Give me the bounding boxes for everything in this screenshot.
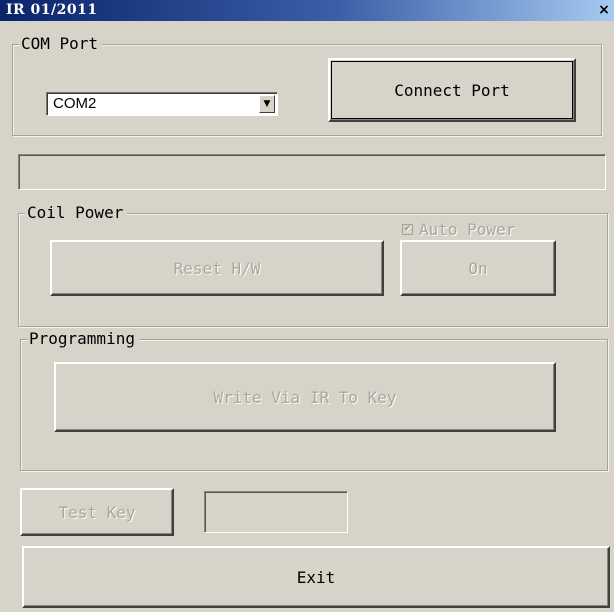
app-window: IR 01/2011 × COM Port COM2 ▼ Connect Por…	[0, 0, 614, 612]
com-port-value: COM2	[53, 95, 97, 112]
exit-button[interactable]: Exit	[22, 546, 610, 608]
com-port-select[interactable]: COM2 ▼	[46, 92, 278, 116]
test-key-button[interactable]: Test Key	[20, 488, 174, 536]
test-result-field	[204, 491, 348, 533]
reset-hw-button[interactable]: Reset H/W	[50, 240, 384, 296]
power-on-button[interactable]: On	[400, 240, 556, 296]
write-via-ir-button[interactable]: Write Via IR To Key	[54, 362, 556, 432]
programming-label: Programming	[27, 330, 139, 348]
auto-power-checkbox[interactable]: ✔ Auto Power	[402, 219, 515, 239]
check-icon: ✔	[403, 223, 412, 234]
close-icon[interactable]: ×	[596, 1, 612, 19]
coil-power-label: Coil Power	[25, 204, 128, 222]
connect-port-button[interactable]: Connect Port	[328, 58, 576, 122]
auto-power-label: Auto Power	[419, 219, 516, 239]
com-port-label: COM Port	[19, 35, 103, 53]
window-title: IR 01/2011	[6, 2, 98, 18]
auto-power-check-box[interactable]: ✔	[402, 223, 413, 235]
title-bar[interactable]: IR 01/2011 ×	[0, 0, 614, 21]
chevron-down-icon[interactable]: ▼	[259, 95, 275, 113]
status-field	[18, 154, 606, 190]
